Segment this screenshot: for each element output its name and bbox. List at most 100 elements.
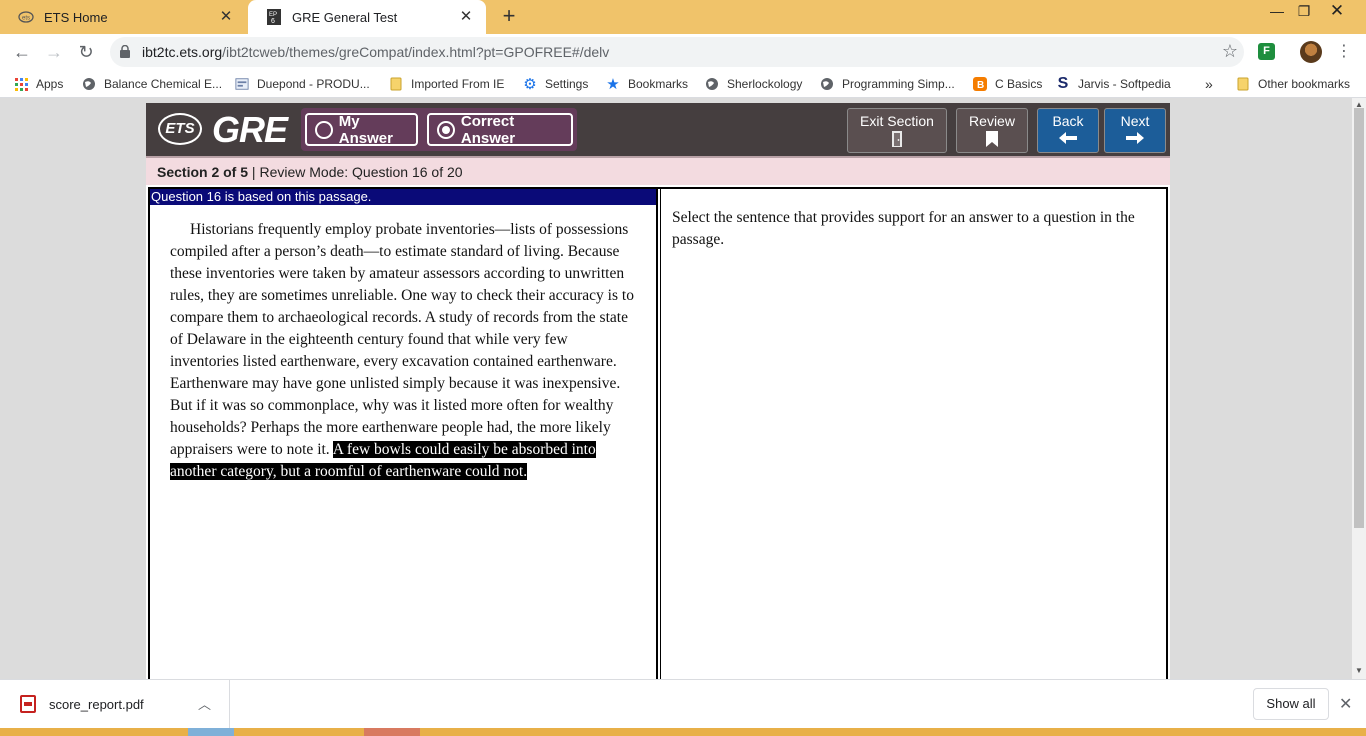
address-bar[interactable]: ibt2tc.ets.org/ibt2tcweb/themes/greCompa… (110, 37, 1244, 67)
exit-section-label: Exit Section (860, 113, 934, 129)
profile-avatar[interactable] (1300, 41, 1322, 63)
bookmark-icon (957, 131, 1027, 152)
arrow-right-icon (1105, 131, 1165, 149)
passage-pane: Question 16 is based on this passage. Hi… (150, 189, 658, 679)
url-text: ibt2tc.ets.org/ibt2tcweb/themes/greCompa… (142, 44, 609, 60)
correct-answer-label: Correct Answer (460, 112, 516, 147)
scrollbar-thumb[interactable] (1354, 108, 1364, 528)
other-bookmarks-label: Other bookmarks (1258, 77, 1351, 91)
exit-section-button[interactable]: Exit Section (847, 108, 947, 153)
taskbar-app-icon[interactable] (188, 728, 234, 736)
reload-icon[interactable]: ↻ (74, 41, 98, 63)
back-arrow-icon[interactable]: ← (10, 41, 34, 63)
tab-title: GRE General Test (292, 9, 398, 25)
tab-title: ETS Home (44, 9, 108, 25)
status-bar: Section 2 of 5 | Review Mode: Question 1… (146, 156, 1170, 185)
answer-toggle-group: My Answer Correct Answer (301, 108, 577, 151)
section-indicator: Section 2 of 5 (157, 164, 249, 180)
bookmark-jarvis-softpedia[interactable]: S Jarvis - Softpedia (1056, 70, 1171, 98)
gear-icon: ⚙ (523, 76, 537, 93)
close-tab-icon[interactable]: ✕ (458, 9, 474, 25)
pdf-file-icon (20, 695, 36, 713)
restore-icon[interactable]: ❐ (1290, 2, 1318, 20)
gre-logo: GRE (212, 109, 288, 150)
page-scrollbar[interactable]: ▲ ▼ (1352, 98, 1366, 679)
tab-strip: ets ETS Home ✕ EP 6 GRE General Test ✕ + … (0, 0, 1366, 34)
back-label: Back (1052, 113, 1084, 129)
my-answer-label: My Answer (338, 112, 393, 147)
ets-logo: ETS (158, 113, 202, 145)
ets-favicon-icon: ets (18, 9, 34, 25)
gre-header: ETS GRE My Answer Correct Answer Exit Se… (146, 103, 1170, 156)
bookmark-duepond[interactable]: Duepond - PRODU... (235, 70, 370, 98)
overflow-label: » (1205, 76, 1213, 92)
browser-toolbar: ← → ↻ ibt2tc.ets.org/ibt2tcweb/themes/gr… (0, 34, 1366, 70)
review-label: Review (969, 113, 1015, 129)
blogger-icon: B (973, 77, 987, 91)
bookmark-label: Jarvis - Softpedia (1078, 77, 1171, 91)
folder-icon (389, 77, 403, 91)
back-button[interactable]: Back (1037, 108, 1099, 153)
globe-icon (820, 77, 834, 91)
radio-off-icon (315, 120, 333, 139)
bookmark-label: Programming Simp... (842, 77, 955, 91)
tab-ets-home[interactable]: ets ETS Home ✕ (0, 0, 246, 34)
correct-answer-button[interactable]: Correct Answer (427, 112, 573, 147)
forward-arrow-icon[interactable]: → (42, 41, 66, 63)
star-icon: ★ (606, 76, 620, 93)
bookmark-label: Imported From IE (411, 77, 505, 91)
globe-icon (82, 77, 96, 91)
bookmark-balance-chemical[interactable]: Balance Chemical E... (82, 70, 222, 98)
page-icon (235, 77, 249, 91)
passage-text: Historians frequently employ probate inv… (170, 219, 640, 483)
arrow-left-icon (1038, 131, 1098, 149)
download-item[interactable]: score_report.pdf ︿ (0, 680, 230, 729)
svg-text:6: 6 (271, 18, 275, 25)
my-answer-button[interactable]: My Answer (305, 112, 418, 147)
other-bookmarks[interactable]: Other bookmarks (1236, 70, 1350, 98)
radio-on-icon (437, 120, 455, 139)
bookmark-apps[interactable]: Apps (14, 70, 63, 98)
bookmark-settings[interactable]: ⚙ Settings (523, 70, 588, 98)
question-instruction: Select the sentence that provides suppor… (672, 209, 1135, 248)
lock-icon (120, 45, 130, 58)
question-panes: Question 16 is based on this passage. Hi… (148, 187, 1168, 679)
apps-grid-icon (14, 77, 28, 91)
bookmark-label: Duepond - PRODU... (257, 77, 370, 91)
bookmarks-bar: Apps Balance Chemical E... Duepond - PRO… (0, 70, 1366, 98)
bookmark-label: Balance Chemical E... (104, 77, 223, 91)
download-file-name: score_report.pdf (49, 697, 144, 712)
bookmark-star-icon[interactable]: ☆ (1222, 41, 1238, 62)
svg-text:B: B (977, 80, 984, 91)
url-host: ibt2tc.ets.org (142, 44, 223, 60)
close-icon[interactable]: ✕ (1339, 694, 1352, 714)
bookmark-sherlockology[interactable]: Sherlockology (705, 70, 802, 98)
bookmarks-overflow-button[interactable]: » (1205, 70, 1213, 98)
extension-icon[interactable]: F (1258, 43, 1275, 60)
question-pane: Select the sentence that provides suppor… (660, 189, 1166, 679)
close-window-icon[interactable]: ✕ (1323, 2, 1351, 20)
bookmark-c-basics[interactable]: B C Basics (973, 70, 1042, 98)
new-tab-button[interactable]: + (499, 5, 519, 27)
kebab-menu-icon[interactable]: ⋮ (1336, 42, 1352, 62)
globe-icon (705, 77, 719, 91)
chevron-up-icon[interactable]: ︿ (198, 694, 211, 713)
next-button[interactable]: Next (1104, 108, 1166, 153)
folder-icon (1236, 77, 1250, 91)
review-button[interactable]: Review (956, 108, 1028, 153)
tab-gre-general-test[interactable]: EP 6 GRE General Test ✕ (248, 0, 486, 34)
door-icon (848, 131, 946, 152)
close-tab-icon[interactable]: ✕ (218, 9, 234, 25)
page-viewport: ETS GRE My Answer Correct Answer Exit Se… (0, 98, 1352, 679)
taskbar-app-icon[interactable] (364, 728, 420, 736)
passage-body[interactable]: Historians frequently employ probate inv… (170, 221, 634, 458)
bookmark-imported-from-ie[interactable]: Imported From IE (389, 70, 504, 98)
scroll-down-icon[interactable]: ▼ (1355, 666, 1363, 675)
bookmark-label: Bookmarks (628, 77, 689, 91)
passage-header: Question 16 is based on this passage. (150, 189, 656, 205)
bookmark-programming-simplified[interactable]: Programming Simp... (820, 70, 955, 98)
os-taskbar (0, 728, 1366, 736)
minimize-icon[interactable]: — (1263, 2, 1291, 20)
show-all-button[interactable]: Show all (1253, 688, 1329, 720)
bookmark-bookmarks[interactable]: ★ Bookmarks (606, 70, 688, 98)
